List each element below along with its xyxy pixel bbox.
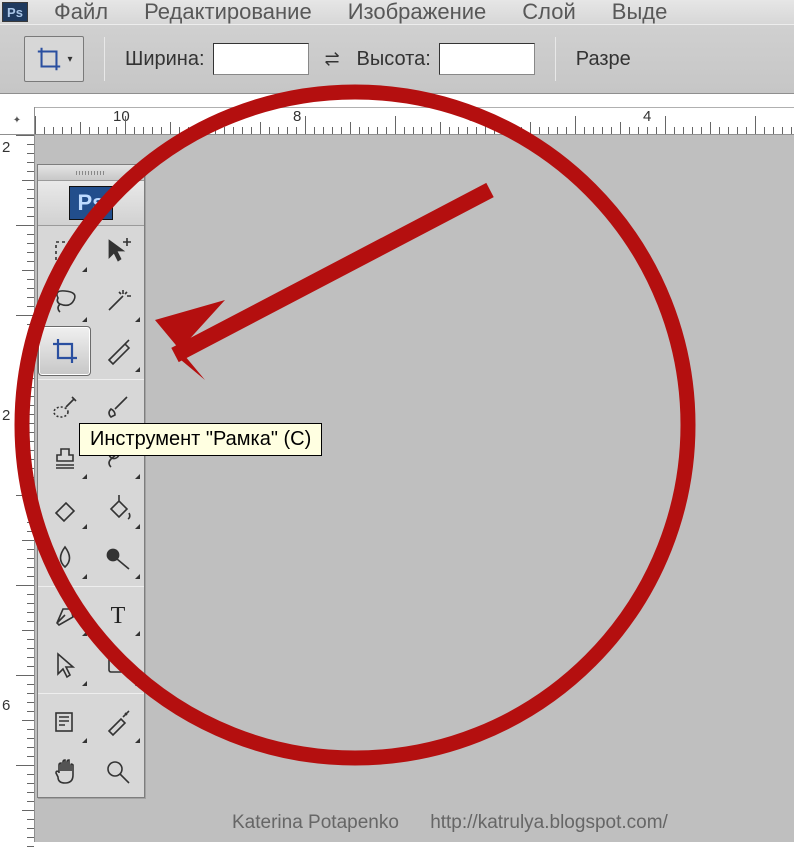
- swap-icon: [322, 48, 344, 70]
- ruler-vertical[interactable]: 2 2 6: [0, 135, 35, 842]
- menu-layer[interactable]: Слой: [504, 0, 594, 24]
- marquee-tool[interactable]: [38, 226, 91, 276]
- height-label: Высота:: [357, 48, 431, 71]
- menu-file[interactable]: Файл: [36, 0, 126, 24]
- marquee-icon: [50, 236, 80, 266]
- width-input[interactable]: [213, 43, 309, 75]
- eyedropper-tool[interactable]: [91, 697, 144, 747]
- lasso-tool[interactable]: [38, 276, 91, 326]
- credit-line: Katerina Potapenko http://katrulya.blogs…: [232, 812, 668, 834]
- ruler-number: 2: [2, 139, 10, 156]
- paint-bucket-tool[interactable]: [91, 483, 144, 533]
- type-icon: T: [103, 600, 133, 630]
- tooltip: Инструмент "Рамка" (C): [79, 423, 322, 456]
- menu-bar: Ps Файл Редактирование Изображение Слой …: [0, 0, 794, 24]
- magic-wand-tool[interactable]: [91, 276, 144, 326]
- stamp-icon: [50, 443, 80, 473]
- move-tool[interactable]: [91, 226, 144, 276]
- tool-preset-picker[interactable]: ▾: [24, 36, 84, 82]
- resolution-label: Разре: [576, 48, 631, 71]
- crop-tool[interactable]: [38, 326, 91, 376]
- divider: [555, 37, 556, 81]
- eyedropper-icon: [103, 707, 133, 737]
- eraser-icon: [50, 493, 80, 523]
- crop-icon: [35, 45, 63, 73]
- ruler-number: 4: [643, 108, 651, 125]
- eraser-tool[interactable]: [38, 483, 91, 533]
- width-label: Ширина:: [125, 48, 205, 71]
- ruler-horizontal[interactable]: 10 8 6 4: [35, 107, 794, 135]
- dodge-tool[interactable]: [91, 533, 144, 583]
- blur-tool[interactable]: [38, 533, 91, 583]
- menu-select[interactable]: Выде: [594, 0, 686, 24]
- shape-tool[interactable]: [91, 640, 144, 690]
- lasso-icon: [50, 286, 80, 316]
- pen-tool[interactable]: [38, 590, 91, 640]
- menu-image[interactable]: Изображение: [330, 0, 505, 24]
- author-url[interactable]: http://katrulya.blogspot.com/: [430, 812, 668, 833]
- pen-icon: [50, 600, 80, 630]
- ruler-origin[interactable]: ✦: [0, 107, 35, 135]
- divider: [104, 37, 105, 81]
- path-sel-icon: [50, 650, 80, 680]
- height-input[interactable]: [439, 43, 535, 75]
- heal-icon: [50, 393, 80, 423]
- notes-tool[interactable]: [38, 697, 91, 747]
- wand-icon: [103, 286, 133, 316]
- slice-tool[interactable]: [91, 326, 144, 376]
- dodge-icon: [103, 543, 133, 573]
- type-tool[interactable]: T: [91, 590, 144, 640]
- zoom-icon: [103, 757, 133, 787]
- author-name: Katerina Potapenko: [232, 812, 399, 833]
- app-badge: Ps: [2, 2, 28, 22]
- hand-icon: [50, 757, 80, 787]
- document-canvas[interactable]: [35, 135, 794, 842]
- crop-icon: [50, 336, 80, 366]
- ruler-number: 10: [113, 108, 130, 125]
- path-selection-tool[interactable]: [38, 640, 91, 690]
- swap-dimensions-button[interactable]: [319, 45, 347, 73]
- shape-icon: [103, 650, 133, 680]
- notes-icon: [50, 707, 80, 737]
- options-bar: ▾ Ширина: Высота: Разре: [0, 24, 794, 94]
- ruler-number: 8: [293, 108, 301, 125]
- panel-logo: Ps: [38, 181, 144, 226]
- drop-icon: [50, 543, 80, 573]
- chevron-down-icon: ▾: [67, 54, 72, 65]
- ruler-number: 6: [467, 108, 475, 125]
- hand-tool[interactable]: [38, 747, 91, 797]
- menu-edit[interactable]: Редактирование: [126, 0, 330, 24]
- ruler-number: 2: [2, 407, 10, 424]
- ruler-number: 6: [2, 697, 10, 714]
- slice-icon: [103, 336, 133, 366]
- brush-icon: [103, 393, 133, 423]
- bucket-icon: [103, 493, 133, 523]
- tools-panel: Ps: [37, 164, 145, 798]
- zoom-tool[interactable]: [91, 747, 144, 797]
- panel-grip[interactable]: [38, 165, 144, 181]
- svg-text:T: T: [110, 603, 125, 629]
- move-icon: [103, 236, 133, 266]
- ps-logo: Ps: [69, 186, 113, 220]
